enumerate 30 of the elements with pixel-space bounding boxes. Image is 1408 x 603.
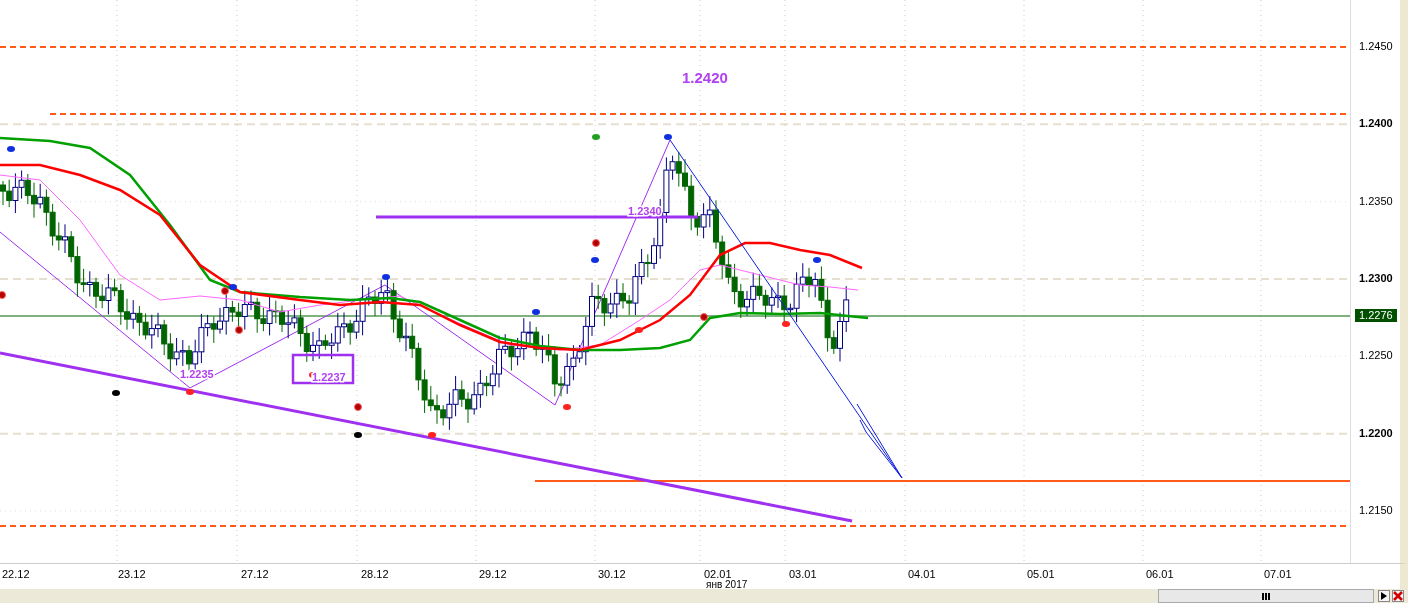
date-axis-label: 22.12 (2, 568, 30, 580)
scroll-right-button[interactable] (1378, 590, 1390, 602)
date-axis-label: 03.01 (789, 568, 817, 580)
date-axis-label: 06.01 (1146, 568, 1174, 580)
current-price-tag: 1.2276 (1355, 309, 1397, 322)
date-axis-label: 23.12 (118, 568, 146, 580)
month-label: янв 2017 (706, 579, 748, 590)
date-axis-label: 29.12 (479, 568, 507, 580)
date-axis-label: 05.01 (1027, 568, 1055, 580)
price-axis-label: 1.2400 (1359, 117, 1393, 131)
date-axis-label: 28.12 (361, 568, 389, 580)
price-axis-label: 1.2300 (1359, 272, 1393, 285)
price-axis-label: 1.2150 (1359, 503, 1393, 517)
close-icon (1393, 591, 1403, 601)
triangle-icon (1381, 592, 1387, 600)
date-axis-label: 27.12 (241, 568, 269, 580)
date-axis-label: 02.01 (704, 568, 732, 580)
date-axis-label: 07.01 (1264, 568, 1292, 580)
close-button[interactable] (1392, 590, 1404, 602)
price-axis-label: 1.2450 (1359, 40, 1393, 53)
date-axis-label: 30.12 (598, 568, 626, 580)
scrollbar-thumb[interactable] (1158, 589, 1374, 603)
date-axis-label: 04.01 (908, 568, 936, 580)
price-axis-label: 1.2250 (1359, 349, 1393, 363)
grip-icon (1262, 592, 1270, 600)
price-axis-label: 1.2200 (1359, 426, 1393, 440)
price-axis-label: 1.2350 (1359, 194, 1393, 208)
annotation-frame (291, 353, 355, 385)
price-annotation: 1.2237 (312, 371, 346, 383)
price-annotation: 1.2420 (682, 69, 728, 86)
